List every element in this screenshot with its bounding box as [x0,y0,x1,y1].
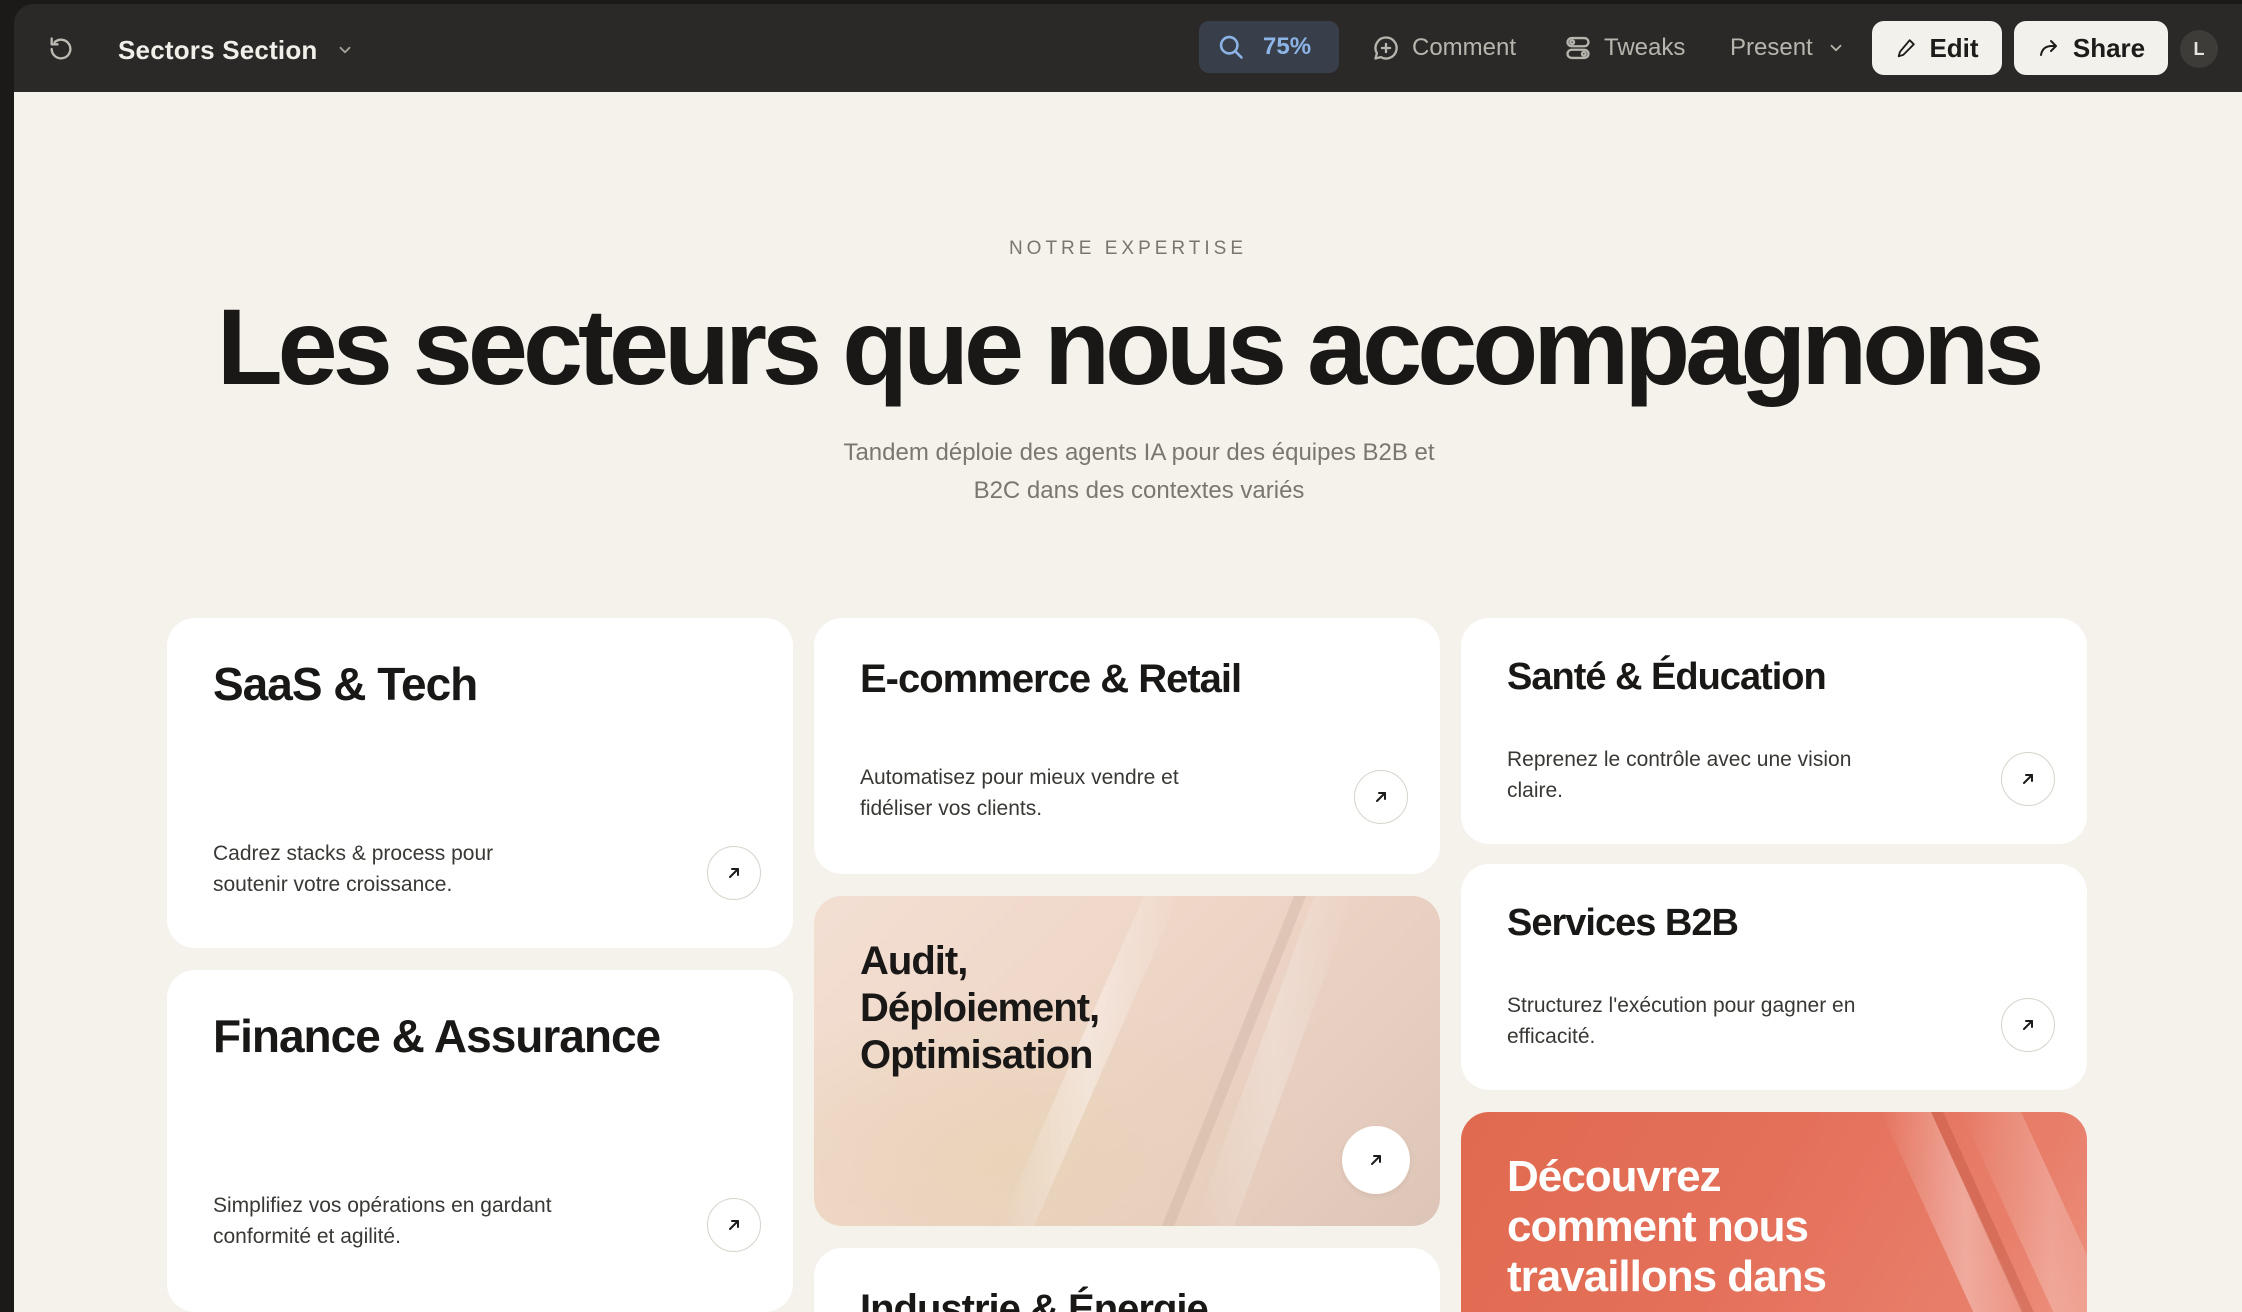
card-services-b2b[interactable]: Services B2B Structurez l'exécution pour… [1461,864,2087,1090]
desc-line: conformité et agilité. [213,1225,401,1248]
zoom-level: 75% [1263,33,1312,60]
desc-line: Structurez l'exécution pour gagner en [1507,994,1856,1017]
reload-icon [50,37,72,60]
zoom-control[interactable]: 75% [1199,21,1339,73]
card-description: Structurez l'exécution pour gagner en ef… [1507,990,1855,1052]
desc-line: soutenir votre croissance. [213,873,453,896]
chevron-down-icon [339,46,350,54]
card-title: Audit, Déploiement, Optimisation [860,938,1100,1079]
title-line: Découvrez [1507,1152,1722,1201]
tweaks-button[interactable]: Tweaks [1564,30,1685,66]
comment-button[interactable]: Comment [1372,30,1516,66]
card-description: Cadrez stacks & process pour soutenir vo… [213,838,493,900]
card-description: Automatisez pour mieux vendre et fidélis… [860,762,1179,824]
design-canvas: NOTRE EXPERTISE Les secteurs que nous ac… [14,92,2242,1312]
top-toolbar: Sectors Section 75% Comment Tweaks Prese… [14,4,2242,92]
subhead-line-2: B2C dans des contextes variés [973,477,1305,504]
card-industrie-energie[interactable]: Industrie & Énergie [814,1248,1440,1312]
desc-line: claire. [1507,779,1564,802]
card-description: Reprenez le contrôle avec une vision cla… [1507,744,1851,806]
card-title: Découvrez comment nous travaillons dans [1507,1152,1827,1302]
card-title: SaaS & Tech [213,658,478,710]
card-arrow-button[interactable] [2001,752,2055,806]
pencil-icon [1898,39,1916,58]
comment-label: Comment [1412,34,1517,61]
chevron-down-icon [1830,44,1842,52]
card-saas-tech[interactable]: SaaS & Tech Cadrez stacks & process pour… [167,618,793,948]
app-window: Sectors Section 75% Comment Tweaks Prese… [14,4,2242,1312]
user-avatar[interactable]: L [2180,30,2218,68]
card-title: E-commerce & Retail [860,657,1242,701]
card-title: Services B2B [1507,902,1739,944]
card-finance-assurance[interactable]: Finance & Assurance Simplifiez vos opéra… [167,970,793,1312]
edit-label: Edit [1929,32,1979,63]
card-arrow-button[interactable] [707,846,761,900]
card-arrow-button[interactable] [707,1198,761,1252]
card-title: Finance & Assurance [213,1010,661,1062]
title-line: Audit, [860,939,968,983]
edit-button[interactable]: Edit [1872,21,2002,75]
tweaks-label: Tweaks [1604,34,1686,61]
title-line: comment nous [1507,1202,1809,1251]
card-arrow-button[interactable] [2001,998,2055,1052]
card-ecommerce-retail[interactable]: E-commerce & Retail Automatisez pour mie… [814,618,1440,874]
arrow-up-right-icon [729,868,739,878]
comment-icon [1374,36,1398,60]
section-headline: Les secteurs que nous accompagnons [216,286,2045,407]
card-title: Santé & Éducation [1507,656,1827,698]
title-line: Déploiement, [860,986,1100,1030]
arrow-up-right-icon [1376,792,1386,802]
share-label: Share [2072,32,2146,63]
desc-line: Simplifiez vos opérations en gardant [213,1194,552,1217]
title-line: travaillons dans [1507,1252,1827,1301]
card-title: Industrie & Énergie [860,1287,1209,1312]
section-subhead: Tandem déploie des agents IA pour des éq… [794,434,1484,510]
desc-line: Cadrez stacks & process pour [213,842,494,865]
desc-line: Automatisez pour mieux vendre et [860,766,1179,789]
document-title-menu[interactable]: Sectors Section [118,32,354,68]
card-decouvrez-cta[interactable]: Découvrez comment nous travaillons dans [1461,1112,2087,1312]
present-label: Present [1730,34,1813,61]
tweaks-icon [1566,36,1590,60]
card-sante-education[interactable]: Santé & Éducation Reprenez le contrôle a… [1461,618,2087,844]
card-arrow-button[interactable] [1342,1126,1410,1194]
arrow-up-right-icon [2023,774,2033,784]
arrow-up-right-icon [2023,1020,2033,1030]
share-icon [2039,40,2057,56]
title-line: Optimisation [860,1033,1093,1077]
reload-button[interactable] [44,32,78,66]
desc-line: efficacité. [1507,1025,1596,1048]
card-arrow-button[interactable] [1354,770,1408,824]
card-audit-deploiement[interactable]: Audit, Déploiement, Optimisation [814,896,1440,1226]
present-menu[interactable]: Present [1730,30,1845,66]
desc-line: Reprenez le contrôle avec une vision [1507,748,1852,771]
arrow-up-right-icon [729,1220,739,1230]
document-title: Sectors Section [118,34,318,65]
card-description: Simplifiez vos opérations en gardant con… [213,1190,552,1252]
desc-line: fidéliser vos clients. [860,797,1043,820]
arrow-up-right-icon [1371,1155,1381,1165]
section-eyebrow: NOTRE EXPERTISE [1008,238,1248,259]
subhead-line-1: Tandem déploie des agents IA pour des éq… [843,439,1435,466]
share-button[interactable]: Share [2014,21,2168,75]
search-icon [1219,35,1243,59]
